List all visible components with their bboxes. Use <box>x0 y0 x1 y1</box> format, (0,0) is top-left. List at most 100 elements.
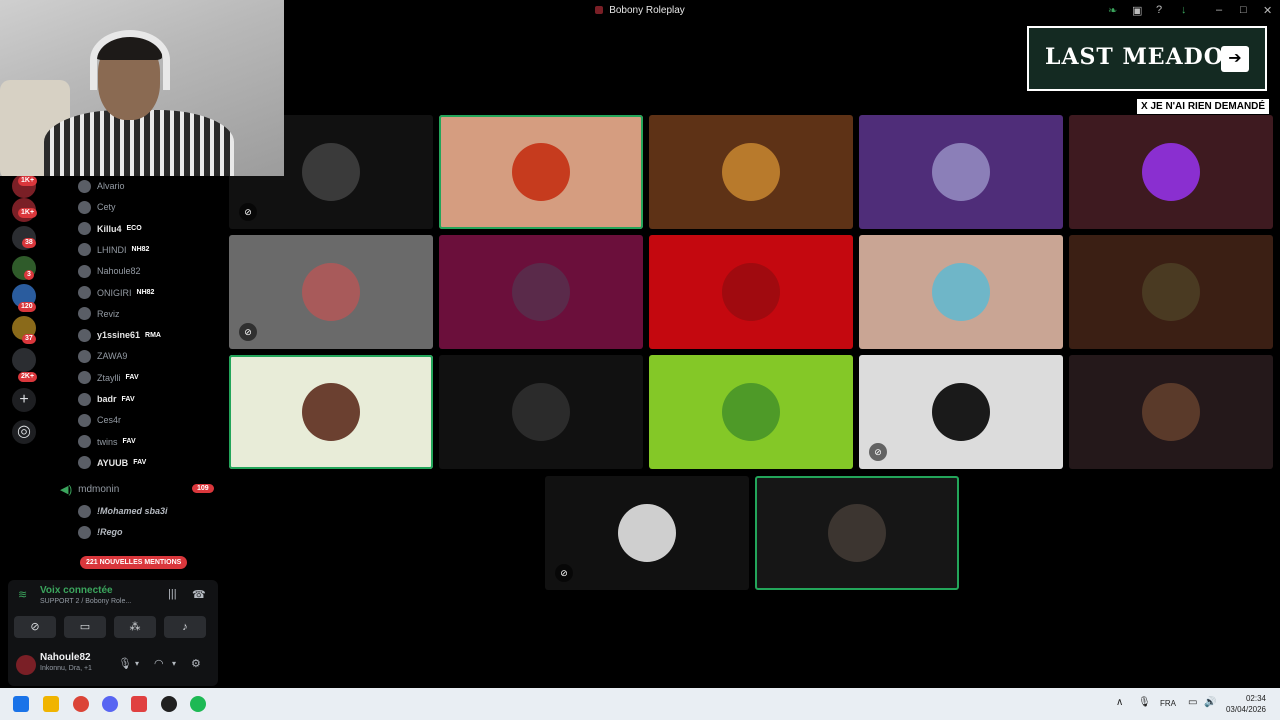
participant-tile[interactable] <box>1069 115 1273 229</box>
participant-tile[interactable] <box>439 235 643 349</box>
chrome-icon[interactable] <box>73 696 89 712</box>
microphone-icon[interactable]: 🎙 <box>1138 697 1151 708</box>
app-icon[interactable] <box>131 696 147 712</box>
participant-tile[interactable]: ⊘ <box>229 235 433 349</box>
file-explorer-icon[interactable] <box>43 696 59 712</box>
chevron-down-icon[interactable]: ▾ <box>172 659 176 668</box>
list-item[interactable]: Nahoule82 <box>78 262 218 280</box>
chevron-down-icon[interactable]: ▾ <box>135 659 139 668</box>
server-badge: 120 <box>18 302 36 312</box>
voice-channel-path[interactable]: SUPPORT 2 / Bobony Role... <box>40 598 131 605</box>
avatar <box>78 349 91 363</box>
member-tag: FAV <box>133 459 147 467</box>
server-badge: 1K+ <box>18 176 38 186</box>
server-badge: 38 <box>22 238 36 248</box>
participant-tile[interactable] <box>649 355 853 469</box>
participant-tile[interactable] <box>755 476 959 590</box>
list-item[interactable]: LHINDI NH82 <box>78 241 218 259</box>
member-name: !Mohamed sba3i <box>97 506 168 516</box>
maximize-icon[interactable]: □ <box>1240 4 1247 16</box>
member-name: twins <box>97 436 118 447</box>
participant-tile[interactable] <box>859 115 1063 229</box>
avatar <box>78 264 91 278</box>
list-item[interactable]: badr FAV <box>78 390 218 408</box>
list-item[interactable]: Reviz <box>78 305 218 323</box>
avatar[interactable] <box>16 655 36 675</box>
participant-tile[interactable] <box>439 115 643 229</box>
noise-suppression-icon[interactable]: ||| <box>168 588 177 600</box>
last-meadow-banner[interactable]: LAST MEADOW ➔ <box>1027 26 1267 91</box>
list-item[interactable]: AYUUB FAV <box>78 454 218 472</box>
participant-tile[interactable] <box>649 115 853 229</box>
list-item[interactable]: Ces4r <box>78 411 218 429</box>
camera-off-button[interactable]: ⊘ <box>14 616 56 638</box>
list-item[interactable]: ONIGIRI NH82 <box>78 284 218 302</box>
avatar <box>722 383 780 441</box>
taskbar: ∧ 🎙 FRA ▭ 🔊 02:34 03/04/2026 <box>0 688 1280 720</box>
member-name: ONIGIRI <box>97 287 132 298</box>
new-mentions-button[interactable]: 221 NOUVELLES MENTIONS <box>80 556 188 569</box>
member-tag: ECO <box>126 225 142 233</box>
server-icon[interactable] <box>12 348 36 372</box>
list-item[interactable]: ZAWA9 <box>78 347 218 365</box>
list-item[interactable]: y1ssine61 RMA <box>78 326 218 344</box>
soundboard-button[interactable]: ♪ <box>164 616 206 638</box>
participant-tile[interactable]: ⊘ <box>859 355 1063 469</box>
close-icon[interactable]: ✕ <box>1263 4 1272 17</box>
language-indicator[interactable]: FRA <box>1160 699 1176 708</box>
speaker-icon: ◀) <box>60 484 73 496</box>
avatar <box>722 143 780 201</box>
minimize-icon[interactable]: – <box>1216 4 1222 16</box>
avatar <box>618 504 676 562</box>
list-item[interactable]: Cety <box>78 198 218 216</box>
compass-icon[interactable]: ◎ <box>12 420 36 444</box>
voice-connection-panel: ≋ Voix connectée SUPPORT 2 / Bobony Role… <box>8 580 218 642</box>
participant-tile[interactable] <box>439 355 643 469</box>
clock[interactable]: 02:34 03/04/2026 <box>1226 693 1266 715</box>
help-icon[interactable]: ? <box>1156 4 1162 16</box>
display-icon[interactable]: ▭ <box>1188 697 1197 708</box>
participant-tile[interactable] <box>649 235 853 349</box>
plus-icon[interactable]: + <box>12 388 36 412</box>
discord-icon[interactable] <box>102 696 118 712</box>
participant-tile[interactable] <box>1069 355 1273 469</box>
list-item[interactable]: Killu4 ECO <box>78 220 218 238</box>
avatar <box>512 383 570 441</box>
nitro-icon[interactable]: ❧ <box>1108 4 1117 17</box>
activities-button[interactable]: ⁂ <box>114 616 156 638</box>
member-name: Alvario <box>97 181 125 191</box>
chevron-up-icon[interactable]: ∧ <box>1116 697 1123 708</box>
settings-gear-icon[interactable]: ⚙ <box>191 657 201 670</box>
voice-status[interactable]: Voix connectée <box>40 585 113 596</box>
participant-tile[interactable] <box>859 235 1063 349</box>
server-badge: 2K+ <box>18 372 38 382</box>
list-item[interactable]: !Rego <box>78 523 218 541</box>
download-icon[interactable]: ↓ <box>1181 4 1187 16</box>
avatar <box>78 307 91 321</box>
member-name: LHINDI <box>97 244 127 255</box>
spotify-icon[interactable] <box>190 696 206 712</box>
volume-icon[interactable]: 🔊 <box>1204 697 1216 708</box>
participant-tile[interactable] <box>1069 235 1273 349</box>
list-item[interactable]: Ztaylli FAV <box>78 369 218 387</box>
windows-start-icon[interactable] <box>13 696 29 712</box>
headphones-icon[interactable]: ◠ <box>154 657 164 670</box>
participant-tile[interactable] <box>229 355 433 469</box>
participant-tile[interactable]: ⊘ <box>545 476 749 590</box>
member-tag: NH82 <box>136 289 155 296</box>
user-panel: Nahoule82 Inkonnu, Dra, +1 🎙 ▾ ◠ ▾ ⚙ <box>8 642 218 686</box>
list-item[interactable]: !Mohamed sba3i <box>78 502 218 520</box>
muted-microphone-icon: ⊘ <box>239 203 257 221</box>
muted-microphone-icon: ⊘ <box>555 564 573 582</box>
microphone-icon[interactable]: 🎙 <box>118 657 132 670</box>
user-name[interactable]: Nahoule82 <box>40 652 91 663</box>
list-item[interactable]: twins FAV <box>78 433 218 451</box>
obs-icon[interactable] <box>161 696 177 712</box>
disconnect-icon[interactable]: ☎ <box>192 588 206 601</box>
avatar <box>932 143 990 201</box>
avatar <box>78 371 91 385</box>
inbox-icon[interactable]: ▣ <box>1132 4 1142 17</box>
list-item[interactable]: Alvario <box>78 177 218 195</box>
screen-share-button[interactable]: ▭ <box>64 616 106 638</box>
voice-channel-mdmonin[interactable]: ◀) mdmonin <box>60 483 119 496</box>
